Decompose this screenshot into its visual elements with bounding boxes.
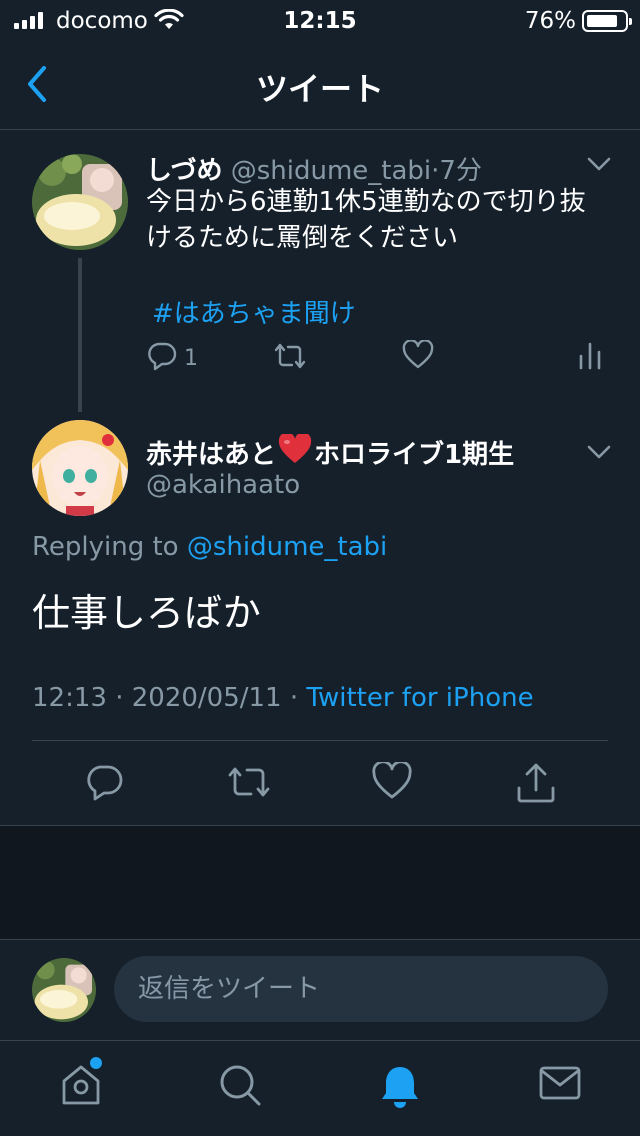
tweet-source-link[interactable]: Twitter for iPhone bbox=[306, 683, 533, 713]
search-icon[interactable] bbox=[218, 1063, 262, 1111]
status-bar: docomo 12:15 76% bbox=[0, 0, 640, 40]
reply-icon[interactable] bbox=[84, 762, 124, 806]
heart-emoji-icon bbox=[278, 432, 312, 471]
tweet-time-ago: 7分 bbox=[439, 156, 482, 186]
author-name-part2: ホロライブ1期生 bbox=[314, 440, 515, 470]
hashtag-link[interactable]: #はあちゃま聞け bbox=[152, 293, 356, 330]
avatar-akaihaato[interactable] bbox=[32, 420, 128, 516]
analytics-action[interactable] bbox=[578, 340, 602, 376]
author-name-part1: 赤井はあと bbox=[146, 440, 277, 470]
parent-tweet-header: しづめ @shidume_tabi·7分 bbox=[146, 150, 482, 187]
meta-separator: · bbox=[281, 683, 307, 713]
tweet-metadata: 12:13 · 2020/05/11 · Twitter for iPhone bbox=[32, 683, 534, 713]
retweet-icon[interactable] bbox=[272, 340, 308, 376]
home-icon[interactable] bbox=[60, 1063, 102, 1111]
share-icon[interactable] bbox=[516, 762, 556, 808]
messages-icon[interactable] bbox=[538, 1063, 582, 1107]
meta-separator: · bbox=[106, 683, 132, 713]
navigation-bar: ツイート bbox=[0, 40, 640, 130]
notifications-icon[interactable] bbox=[378, 1063, 422, 1113]
battery-icon bbox=[582, 10, 632, 32]
retweet-action[interactable] bbox=[272, 340, 308, 376]
parent-tweet-text: 今日から6連勤1休5連勤なので切り抜けるために罵倒をください bbox=[146, 187, 586, 253]
author-handle[interactable]: @shidume_tabi bbox=[231, 156, 431, 186]
thread-connector-line bbox=[78, 258, 82, 412]
chevron-down-icon[interactable] bbox=[586, 156, 612, 176]
replying-to-line: Replying to @shidume_tabi bbox=[32, 532, 387, 562]
divider bbox=[32, 740, 608, 741]
reply-icon[interactable] bbox=[146, 340, 178, 376]
main-tweet-author-name[interactable]: 赤井はあと ホロライブ1期生 bbox=[146, 432, 515, 471]
avatar-shidume[interactable] bbox=[32, 154, 128, 250]
composer-avatar[interactable] bbox=[32, 958, 96, 1022]
empty-area bbox=[0, 826, 640, 939]
like-icon[interactable] bbox=[402, 339, 434, 374]
home-notification-dot bbox=[90, 1057, 102, 1069]
reply-action[interactable]: 1 bbox=[146, 340, 198, 376]
battery-percentage: 76% bbox=[524, 8, 576, 34]
main-tweet-text: 仕事しろばか bbox=[32, 591, 261, 635]
tweet-time: 12:13 bbox=[32, 683, 107, 713]
analytics-icon[interactable] bbox=[578, 340, 602, 376]
chevron-down-icon[interactable] bbox=[586, 444, 612, 464]
reply-count: 1 bbox=[184, 345, 198, 371]
author-name[interactable]: しづめ bbox=[146, 156, 222, 186]
parent-tweet-actions: 1 bbox=[146, 339, 616, 380]
like-action[interactable] bbox=[402, 339, 434, 374]
retweet-icon[interactable] bbox=[226, 762, 272, 806]
main-tweet-author-handle[interactable]: @akaihaato bbox=[146, 470, 300, 500]
tweet-detail-screen: docomo 12:15 76% ツイート しづめ @shidume_tabi·… bbox=[0, 0, 640, 1136]
reply-mention-link[interactable]: @shidume_tabi bbox=[187, 532, 387, 562]
tab-bar bbox=[0, 1040, 640, 1136]
page-title: ツイート bbox=[255, 70, 384, 108]
replying-prefix: Replying to bbox=[32, 532, 187, 562]
tweet-date: 2020/05/11 bbox=[131, 683, 282, 713]
like-icon[interactable] bbox=[372, 760, 412, 804]
reply-composer bbox=[0, 939, 640, 1039]
main-tweet-actions bbox=[0, 760, 640, 808]
reply-input[interactable] bbox=[114, 956, 608, 1022]
